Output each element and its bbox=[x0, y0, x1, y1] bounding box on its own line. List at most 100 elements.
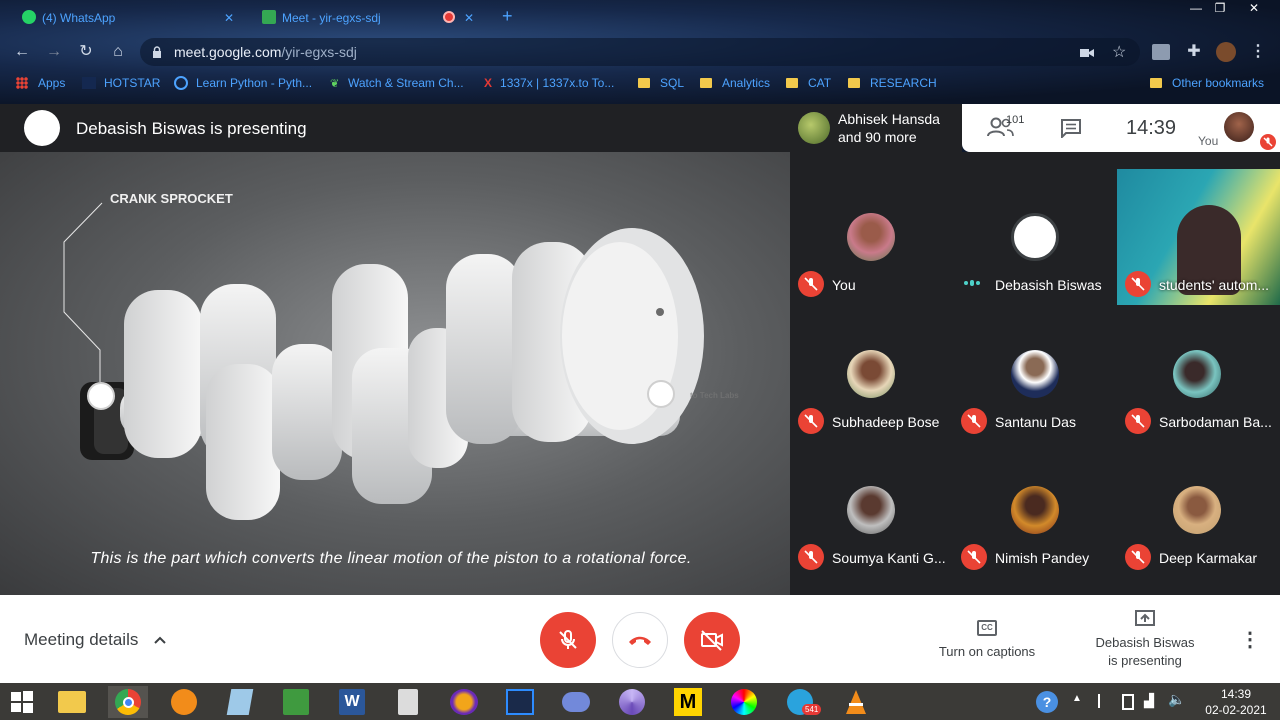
bookmark-1337x[interactable]: X 1337x | 1337x.to To... bbox=[484, 76, 614, 90]
tab-meet[interactable]: Meet - yir-egxs-sdj bbox=[262, 4, 381, 32]
participant-name: Deep Karmakar bbox=[1159, 550, 1258, 566]
meeting-details-button[interactable]: Meeting details bbox=[24, 630, 167, 650]
help-icon[interactable]: ? bbox=[1036, 691, 1058, 713]
close-window-button[interactable]: ✕ bbox=[1240, 0, 1268, 18]
folder-icon bbox=[1150, 78, 1162, 88]
presenting-title: Debasish Biswas is presenting bbox=[76, 119, 307, 138]
participant-avatar bbox=[1011, 213, 1059, 261]
present-screen-icon bbox=[1135, 610, 1155, 626]
m-app-icon[interactable]: M bbox=[668, 686, 708, 718]
participant-grid: You Debasish Biswas students' autom... S… bbox=[790, 152, 1280, 595]
presenting-status: is presenting bbox=[1108, 653, 1182, 668]
bookmark-analytics[interactable]: Analytics bbox=[700, 76, 770, 90]
presenter-bar: Debasish Biswas is presenting bbox=[0, 104, 790, 152]
wifi-signal-icon[interactable]: ▟ bbox=[1144, 693, 1154, 709]
color-wheel-icon[interactable] bbox=[724, 686, 764, 718]
captions-button[interactable]: CC Turn on captions bbox=[930, 617, 1044, 659]
meeting-clock: 14:39 bbox=[1126, 117, 1177, 139]
bookmark-python[interactable]: Learn Python - Pyth... bbox=[174, 76, 312, 90]
bookmark-research[interactable]: RESEARCH bbox=[848, 76, 937, 90]
windows-logo-icon bbox=[11, 691, 33, 713]
volume-icon[interactable]: 🔈 bbox=[1168, 691, 1185, 708]
calculator-icon[interactable] bbox=[388, 686, 428, 718]
video-caption: This is the part which converts the line… bbox=[90, 550, 692, 567]
video-watermark: to Tech Labs bbox=[690, 391, 739, 400]
participant-count: 101 bbox=[1006, 114, 1025, 126]
python-icon bbox=[174, 76, 188, 90]
bookmark-hotstar[interactable]: HOTSTAR bbox=[82, 76, 160, 90]
mic-off-icon bbox=[1260, 134, 1276, 150]
chrome-taskbar-icon[interactable] bbox=[108, 686, 148, 718]
battery-icon[interactable] bbox=[1122, 694, 1134, 710]
participant-name: Nimish Pandey bbox=[995, 550, 1090, 566]
home-icon[interactable]: ⌂ bbox=[108, 42, 128, 62]
more-options-icon[interactable]: ⋮ bbox=[1240, 627, 1260, 652]
bookmark-apps[interactable]: Apps bbox=[16, 76, 65, 90]
chrome-menu-icon[interactable]: ⋮ bbox=[1248, 42, 1268, 62]
camera-icon[interactable] bbox=[1080, 46, 1094, 64]
extension-icon[interactable] bbox=[1152, 44, 1170, 60]
participant-avatar bbox=[847, 213, 895, 261]
restore-button[interactable]: ❐ bbox=[1206, 0, 1234, 18]
headphones-icon[interactable] bbox=[444, 686, 484, 718]
chevron-up-icon[interactable]: ▲ bbox=[1072, 693, 1082, 704]
start-button[interactable] bbox=[2, 686, 42, 718]
file-explorer-icon[interactable] bbox=[52, 686, 92, 718]
crankshaft-illustration bbox=[63, 202, 704, 520]
meet-icon bbox=[262, 10, 276, 24]
profile-avatar[interactable] bbox=[1216, 42, 1236, 62]
whatsapp-icon bbox=[22, 10, 36, 24]
participant-avatar bbox=[1173, 350, 1221, 398]
notepad-icon[interactable] bbox=[220, 686, 260, 718]
mic-toggle-button[interactable] bbox=[540, 612, 596, 668]
bookmark-cat[interactable]: CAT bbox=[786, 76, 831, 90]
browser-swirl-icon[interactable] bbox=[612, 686, 652, 718]
bookmark-other[interactable]: Other bookmarks bbox=[1150, 76, 1264, 90]
bookmark-label: 1337x | 1337x.to To... bbox=[500, 76, 615, 90]
tab-close-icon[interactable]: ✕ bbox=[224, 4, 234, 32]
bookmark-label: CAT bbox=[808, 76, 832, 90]
system-clock[interactable]: 14:39 02-02-2021 bbox=[1196, 686, 1276, 718]
word-icon[interactable]: W bbox=[332, 686, 372, 718]
leave-call-button[interactable] bbox=[612, 612, 668, 668]
fl-studio-icon[interactable] bbox=[164, 686, 204, 718]
participant-tile-video[interactable]: students' autom... bbox=[1117, 169, 1280, 305]
participant-name: Sarbodaman Ba... bbox=[1159, 414, 1272, 430]
participant-name: Soumya Kanti G... bbox=[832, 550, 946, 566]
zoom-icon[interactable] bbox=[500, 686, 540, 718]
bookmark-watch-stream[interactable]: ❦ Watch & Stream Ch... bbox=[330, 76, 464, 90]
new-tab-button[interactable]: + bbox=[502, 2, 513, 30]
tab-label: Meet - yir-egxs-sdj bbox=[282, 11, 381, 25]
address-bar[interactable]: meet.google.com/yir-egxs-sdj ☆ bbox=[140, 38, 1140, 66]
presenter-avatar bbox=[24, 110, 60, 146]
summary-more: and 90 more bbox=[838, 129, 917, 145]
meeting-details-label: Meeting details bbox=[24, 630, 139, 649]
mic-off-icon bbox=[559, 630, 577, 649]
vlc-icon[interactable] bbox=[836, 686, 876, 718]
bookmark-sql[interactable]: SQL bbox=[638, 76, 684, 90]
forward-arrow-icon[interactable]: → bbox=[44, 42, 64, 62]
url-text: meet.google.com/yir-egxs-sdj bbox=[174, 44, 357, 60]
reload-icon[interactable]: ↻ bbox=[76, 42, 96, 62]
star-icon[interactable]: ☆ bbox=[1112, 42, 1126, 62]
url-path: /yir-egxs-sdj bbox=[281, 44, 357, 60]
mic-off-icon bbox=[798, 408, 824, 434]
tab-label: (4) WhatsApp bbox=[42, 11, 116, 25]
back-arrow-icon[interactable]: ← bbox=[12, 42, 32, 62]
speaking-indicator-icon bbox=[964, 280, 980, 286]
chat-icon[interactable] bbox=[1060, 118, 1082, 143]
puzzle-icon[interactable]: ✚ bbox=[1184, 42, 1204, 62]
tab-close-icon[interactable]: ✕ bbox=[464, 4, 474, 32]
present-now-button[interactable]: Debasish Biswas is presenting bbox=[1086, 609, 1204, 670]
chevron-up-icon bbox=[153, 630, 167, 649]
discord-icon[interactable] bbox=[556, 686, 596, 718]
excel-icon[interactable] bbox=[276, 686, 316, 718]
tab-whatsapp[interactable]: (4) WhatsApp bbox=[22, 4, 115, 32]
participants-summary[interactable]: Abhisek Hansda and 90 more bbox=[790, 104, 962, 152]
camera-toggle-button[interactable] bbox=[684, 612, 740, 668]
flag-icon[interactable] bbox=[1098, 694, 1112, 708]
telegram-icon[interactable]: 541 bbox=[780, 686, 822, 718]
bookmark-label: RESEARCH bbox=[870, 76, 937, 90]
crank-sprocket-label: CRANK SPROCKET bbox=[110, 191, 233, 206]
bookmarks-bar: Apps HOTSTAR Learn Python - Pyth... ❦ Wat… bbox=[0, 72, 1280, 96]
